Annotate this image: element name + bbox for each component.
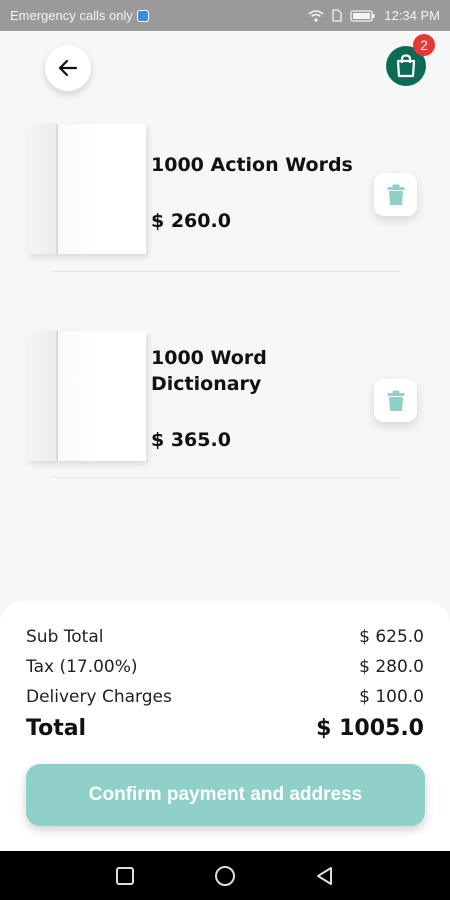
item-title: 1000 Word Dictionary [151, 347, 267, 395]
back-button[interactable] [45, 45, 91, 91]
status-right: 12:34 PM [308, 8, 440, 23]
item-title: 1000 Action Words [151, 154, 353, 176]
recent-apps-button[interactable] [113, 864, 137, 888]
book-cover-image [28, 124, 146, 254]
circle-icon [215, 866, 235, 886]
item-divider [52, 477, 400, 478]
tax-label: Tax (17.00%) [26, 657, 138, 677]
status-time: 12:34 PM [384, 8, 440, 23]
shopping-bag-icon [396, 54, 416, 78]
delete-button[interactable] [374, 173, 417, 216]
delivery-row: Delivery Charges $ 100.0 [26, 687, 424, 707]
navigation-bar [0, 851, 450, 900]
status-bar: Emergency calls only 12:34 PM [0, 0, 450, 31]
tax-row: Tax (17.00%) $ 280.0 [26, 657, 424, 677]
subtotal-label: Sub Total [26, 627, 104, 647]
cart-badge: 2 [413, 34, 435, 56]
subtotal-value: $ 625.0 [359, 627, 424, 647]
back-nav-button[interactable] [313, 864, 337, 888]
tax-value: $ 280.0 [359, 657, 424, 677]
book-cover-image [28, 331, 146, 461]
battery-icon [350, 9, 375, 22]
delivery-label: Delivery Charges [26, 687, 172, 707]
subtotal-row: Sub Total $ 625.0 [26, 627, 424, 647]
square-icon [116, 867, 134, 885]
item-price: $ 365.0 [151, 429, 231, 451]
delivery-value: $ 100.0 [359, 687, 424, 707]
status-left: Emergency calls only [10, 8, 149, 23]
order-summary: Sub Total $ 625.0 Tax (17.00%) $ 280.0 D… [0, 601, 450, 851]
total-label: Total [26, 716, 87, 741]
cart-item: 1000 Word Dictionary $ 365.0 [0, 331, 450, 481]
item-divider [52, 271, 400, 272]
item-price: $ 260.0 [151, 210, 231, 232]
total-row: Total $ 1005.0 [26, 716, 424, 741]
triangle-back-icon [317, 867, 332, 885]
wifi-icon [308, 9, 324, 22]
confirm-payment-button[interactable]: Confirm payment and address [26, 764, 425, 826]
arrow-left-icon [58, 59, 78, 77]
cart-item: 1000 Action Words $ 260.0 [0, 124, 450, 274]
total-value: $ 1005.0 [316, 716, 424, 741]
emergency-text: Emergency calls only [10, 8, 133, 23]
notification-icon [136, 9, 149, 22]
sim-icon [332, 9, 342, 22]
cart-screen: 2 1000 Action Words $ 260.0 1000 Word Di… [0, 31, 450, 851]
trash-icon [387, 390, 404, 411]
trash-icon [387, 184, 404, 205]
delete-button[interactable] [374, 379, 417, 422]
home-button[interactable] [213, 864, 237, 888]
